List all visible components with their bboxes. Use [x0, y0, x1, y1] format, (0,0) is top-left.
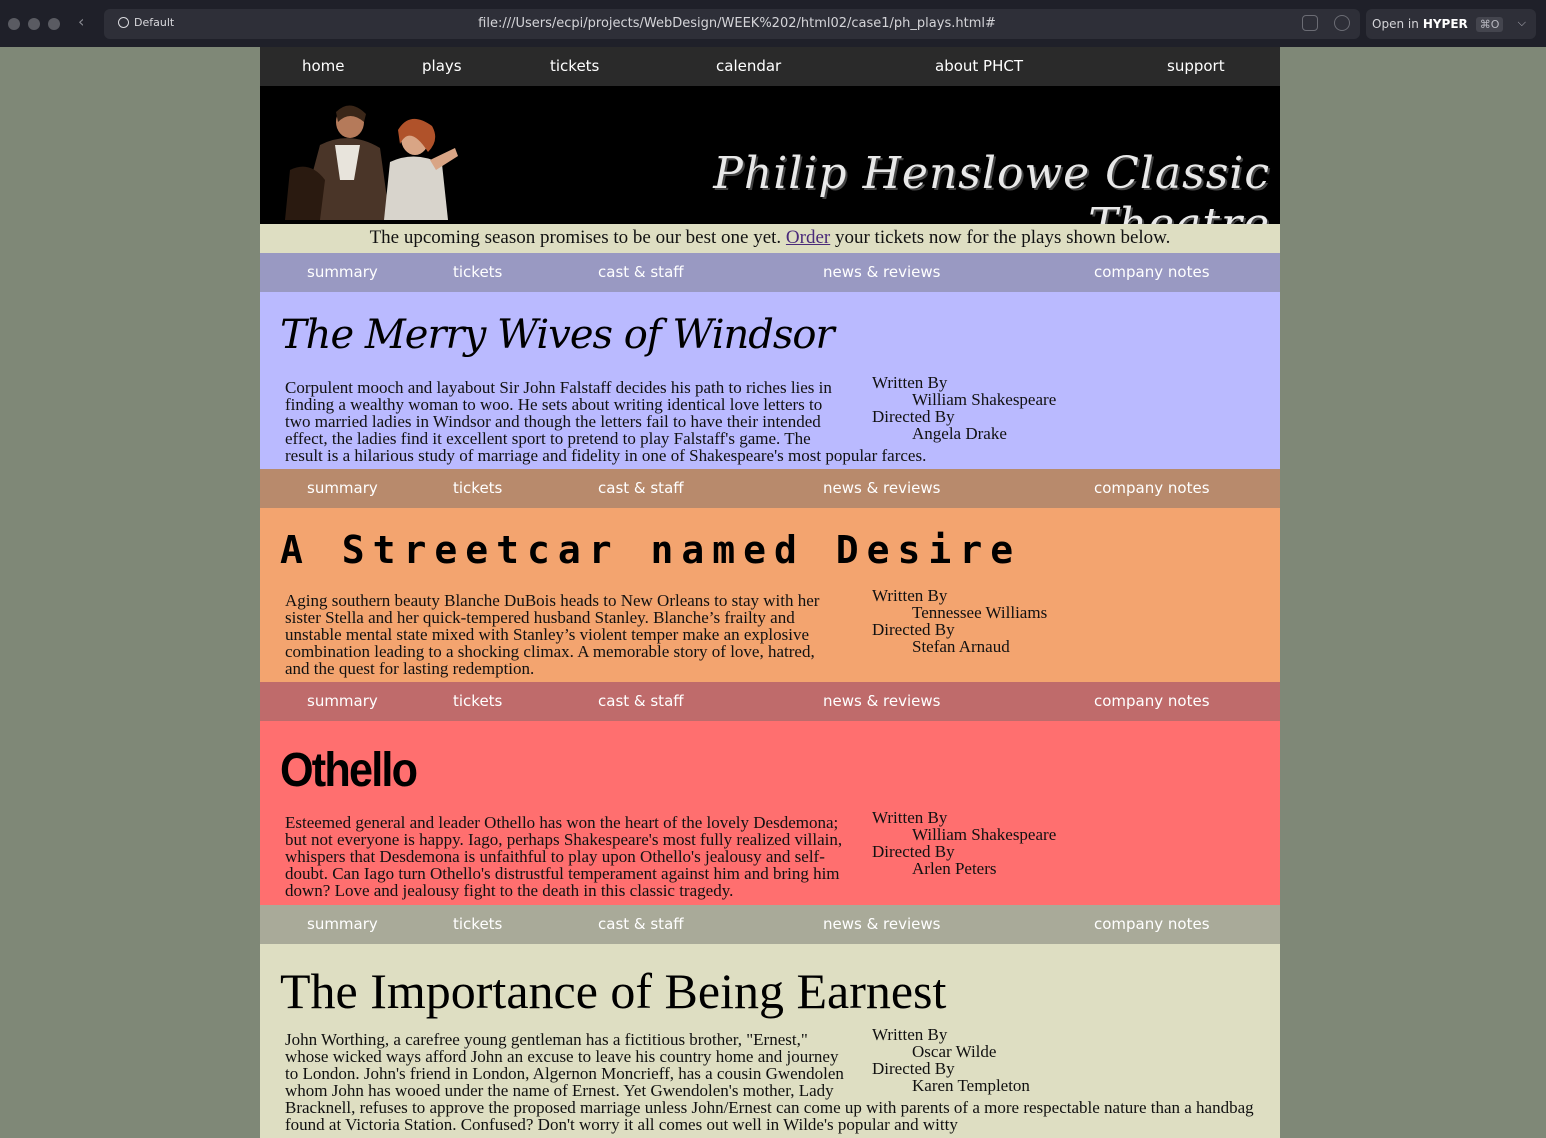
subnav-cast-staff[interactable]: cast & staff	[598, 692, 684, 710]
subnav-company-notes[interactable]: company notes	[1094, 692, 1210, 710]
play-section: The Importance of Being Earnest John Wor…	[260, 944, 1280, 1138]
subnav-tickets[interactable]: tickets	[453, 263, 502, 281]
writer-name: William Shakespeare	[912, 825, 1057, 844]
subnav-news-reviews[interactable]: news & reviews	[823, 692, 940, 710]
subnav-cast-staff[interactable]: cast & staff	[598, 915, 684, 933]
intro-before: The upcoming season promises to be our b…	[369, 227, 782, 248]
play-credits: Written By William Shakespeare Directed …	[872, 374, 1056, 442]
subnav-summary[interactable]: summary	[307, 915, 378, 933]
nav-tickets[interactable]: tickets	[550, 57, 599, 75]
order-link[interactable]: Order	[786, 227, 830, 248]
reader-icon[interactable]	[1302, 15, 1318, 31]
nav-about[interactable]: about PHCT	[935, 57, 1023, 75]
nav-home[interactable]: home	[302, 57, 345, 75]
play-credits: Written By William Shakespeare Directed …	[872, 809, 1056, 877]
play-section: The Merry Wives of Windsor Corpulent moo…	[260, 292, 1280, 469]
director-name: Stefan Arnaud	[912, 637, 1010, 656]
play-subnav: summary tickets cast & staff news & revi…	[260, 682, 1280, 721]
subnav-summary[interactable]: summary	[307, 263, 378, 281]
subnav-news-reviews[interactable]: news & reviews	[823, 479, 940, 497]
link-icon[interactable]	[1334, 15, 1350, 31]
directed-by-label: Directed By	[872, 620, 955, 639]
subnav-tickets[interactable]: tickets	[453, 692, 502, 710]
written-by-label: Written By	[872, 808, 948, 827]
written-by-label: Written By	[872, 1025, 948, 1044]
writer-name: William Shakespeare	[912, 390, 1057, 409]
directed-by-label: Directed By	[872, 407, 955, 426]
subnav-summary[interactable]: summary	[307, 479, 378, 497]
open-in-label: Open in	[1372, 17, 1419, 31]
subnav-tickets[interactable]: tickets	[453, 915, 502, 933]
directed-by-label: Directed By	[872, 842, 955, 861]
written-by-label: Written By	[872, 373, 948, 392]
subnav-news-reviews[interactable]: news & reviews	[823, 915, 940, 933]
play-title: The Importance of Being Earnest	[280, 963, 947, 1019]
directed-by-label: Directed By	[872, 1059, 955, 1078]
subnav-news-reviews[interactable]: news & reviews	[823, 263, 940, 281]
play-subnav: summary tickets cast & staff news & revi…	[260, 905, 1280, 944]
play-section: Othello Esteemed general and leader Othe…	[260, 721, 1280, 905]
play-summary: Aging southern beauty Blanche DuBois hea…	[285, 591, 820, 678]
play-title: The Merry Wives of Windsor	[280, 312, 835, 358]
play-title: Othello	[280, 744, 418, 797]
web-page: home plays tickets calendar about PHCT s…	[260, 47, 1280, 1138]
director-name: Karen Templeton	[912, 1076, 1030, 1095]
writer-name: Tennessee Williams	[912, 603, 1048, 622]
subnav-summary[interactable]: summary	[307, 692, 378, 710]
director-name: Angela Drake	[912, 424, 1007, 443]
intro-text: The upcoming season promises to be our b…	[260, 224, 1280, 253]
chevron-down-icon[interactable]: ⌵	[1518, 16, 1526, 30]
banner-title: Philip Henslowe Classic Theatre	[713, 148, 1270, 224]
director-name: Arlen Peters	[912, 859, 997, 878]
play-summary: John Worthing, a carefree young gentlema…	[285, 1030, 1254, 1134]
site-banner: Philip Henslowe Classic Theatre	[260, 86, 1280, 224]
browser-toolbar: ‹ Default file:///Users/ecpi/projects/We…	[0, 0, 1546, 47]
subnav-tickets[interactable]: tickets	[453, 479, 502, 497]
url-text[interactable]: file:///Users/ecpi/projects/WebDesign/WE…	[0, 16, 1474, 31]
nav-plays[interactable]: plays	[422, 57, 462, 75]
writer-name: Oscar Wilde	[912, 1042, 997, 1061]
nav-calendar[interactable]: calendar	[716, 57, 781, 75]
subnav-company-notes[interactable]: company notes	[1094, 479, 1210, 497]
play-subnav: summary tickets cast & staff news & revi…	[260, 469, 1280, 508]
site-main-nav: home plays tickets calendar about PHCT s…	[260, 47, 1280, 86]
subnav-company-notes[interactable]: company notes	[1094, 915, 1210, 933]
nav-support[interactable]: support	[1167, 57, 1225, 75]
open-in-hyper-button[interactable]: Open in HYPER ⌘O ⌵	[1366, 9, 1536, 39]
play-credits: Written By Oscar Wilde Directed By Karen…	[872, 1026, 1030, 1094]
play-credits: Written By Tennessee Williams Directed B…	[872, 587, 1047, 655]
subnav-company-notes[interactable]: company notes	[1094, 263, 1210, 281]
shortcut-badge: ⌘O	[1475, 16, 1504, 32]
play-subnav: summary tickets cast & staff news & revi…	[260, 253, 1280, 292]
subnav-cast-staff[interactable]: cast & staff	[598, 479, 684, 497]
subnav-cast-staff[interactable]: cast & staff	[598, 263, 684, 281]
play-section: A Streetcar named Desire Aging southern …	[260, 508, 1280, 682]
play-title: A Streetcar named Desire	[280, 528, 1022, 572]
actors-photo	[285, 105, 458, 220]
intro-after: your tickets now for the plays shown bel…	[834, 227, 1171, 248]
open-in-app: HYPER	[1422, 17, 1468, 31]
written-by-label: Written By	[872, 586, 948, 605]
